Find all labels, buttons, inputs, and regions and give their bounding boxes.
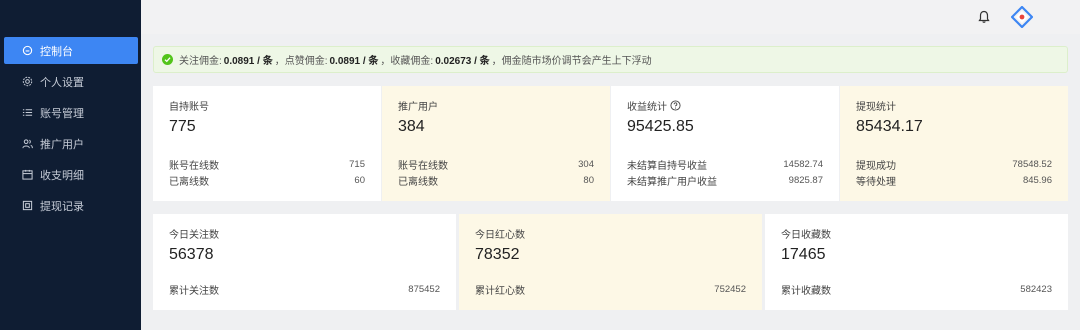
list-icon [20,106,34,120]
card-title: 今日红心数 [475,229,525,241]
follow-commission-label: 关注佣金: [179,56,222,67]
stat-row: 已离线数 60 [169,172,365,188]
separator: ， [274,56,285,67]
card-value: 384 [398,118,425,135]
separator: ， [491,56,502,67]
settings-icon [20,75,34,89]
stat-label: 账号在线数 [398,160,448,172]
sidebar-item-dashboard[interactable]: 控制台 [4,37,138,64]
sidebar-item-label: 个人设置 [40,76,84,89]
stat-row: 提现成功 78548.52 [856,156,1052,172]
stat-row: 已离线数 80 [398,172,594,188]
card-today-hearts: 今日红心数 78352 累计红心数 752452 [459,214,762,310]
stat-label: 账号在线数 [169,160,219,172]
stat-label: 未结算推广用户收益 [627,176,717,188]
stat-value: 845.96 [1022,174,1052,186]
card-value: 56378 [169,246,214,263]
diamond-logo-icon[interactable] [1010,5,1034,29]
stat-value: 9825.87 [788,174,823,186]
card-own-accounts: 自持账号 775 账号在线数 715 已离线数 60 [153,86,381,201]
calendar-icon [20,168,34,182]
help-icon[interactable] [670,99,681,111]
stat-row: 累计收藏数 582423 [781,281,1052,297]
card-title: 推广用户 [398,101,438,113]
card-title: 提现统计 [856,101,896,113]
stat-value: 80 [583,174,594,186]
sidebar-item-settings[interactable]: 个人设置 [4,68,138,95]
stat-value: 14582.74 [783,158,823,170]
stat-value: 875452 [408,283,440,295]
card-today-collects: 今日收藏数 17465 累计收藏数 582423 [765,214,1068,310]
stat-value: 60 [354,174,365,186]
stat-row: 账号在线数 304 [398,156,594,172]
like-commission-label: 点赞佣金: [284,56,328,67]
card-promo-users: 推广用户 384 账号在线数 304 已离线数 80 [382,86,610,201]
stat-label: 未结算自持号收益 [627,160,707,172]
collect-commission-label: 收藏佣金: [390,56,434,67]
card-title: 今日收藏数 [781,229,831,241]
stat-label: 已离线数 [169,176,209,188]
bell-icon[interactable] [976,9,992,25]
sidebar-item-label: 推广用户 [40,138,84,151]
commission-notice: 关注佣金: 0.0891 / 条 ， 点赞佣金: 0.0891 / 条 ， 收藏… [153,46,1068,73]
card-value: 95425.85 [627,118,694,135]
card-today-follows: 今日关注数 56378 累计关注数 875452 [153,214,456,310]
card-earnings: 收益统计 95425.85 未结算自持号收益 14582.74 未结算推广用户收益… [611,86,839,201]
stat-label: 累计关注数 [169,285,219,297]
sidebar-item-accounts[interactable]: 账号管理 [4,99,138,126]
sidebar-item-promo-users[interactable]: 推广用户 [4,130,138,157]
sidebar-item-label: 账号管理 [40,107,84,120]
card-withdrawals: 提现统计 85434.17 提现成功 78548.52 等待处理 845.96 [840,86,1068,201]
card-value: 78352 [475,246,520,263]
sidebar-item-label: 收支明细 [40,169,84,182]
sidebar-item-label: 提现记录 [40,200,84,213]
stat-label: 累计收藏数 [781,285,831,297]
like-commission-value: 0.0891 / 条 [329,56,379,67]
commission-fluctuation-note: 佣金随市场价调节会产生上下浮动 [501,56,652,67]
sidebar-item-finance[interactable]: 收支明细 [4,161,138,188]
sidebar-item-label: 控制台 [40,45,73,58]
card-title: 收益统计 [627,98,823,113]
stat-row: 未结算推广用户收益 9825.87 [627,172,823,188]
top-header [141,0,1080,34]
follow-commission-value: 0.0891 / 条 [223,56,273,67]
stat-value: 304 [578,158,594,170]
stat-label: 累计红心数 [475,285,525,297]
stat-row: 未结算自持号收益 14582.74 [627,156,823,172]
users-icon [20,137,34,151]
card-value: 85434.17 [856,118,923,135]
check-circle-icon [162,54,173,65]
separator: ， [380,56,391,67]
sidebar-item-withdraw-records[interactable]: 提现记录 [4,192,138,219]
record-icon [20,199,34,213]
sidebar: 控制台 个人设置 账号管理 推广用户 收支明细 提现记录 [0,0,141,330]
stat-value: 752452 [714,283,746,295]
stat-row: 累计红心数 752452 [475,281,746,297]
card-title: 今日关注数 [169,229,219,241]
stat-value: 715 [349,158,365,170]
stat-label: 提现成功 [856,160,896,172]
stat-value: 78548.52 [1012,158,1052,170]
stat-row: 账号在线数 715 [169,156,365,172]
card-value: 775 [169,118,196,135]
card-title-text: 收益统计 [627,101,667,113]
stat-label: 等待处理 [856,176,896,188]
stat-row: 等待处理 845.96 [856,172,1052,188]
stat-row: 累计关注数 875452 [169,281,440,297]
card-title: 自持账号 [169,101,209,113]
stat-value: 582423 [1020,283,1052,295]
stat-label: 已离线数 [398,176,438,188]
collect-commission-value: 0.02673 / 条 [435,56,490,67]
card-value: 17465 [781,246,826,263]
dashboard-icon [20,44,34,58]
